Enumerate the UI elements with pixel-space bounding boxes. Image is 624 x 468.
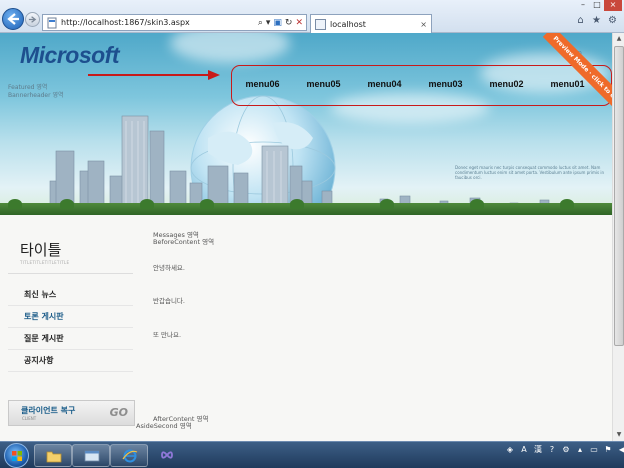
sidebar-item-notices[interactable]: 공지사항 [8, 350, 133, 372]
internet-explorer-icon [122, 449, 138, 463]
scroll-thumb[interactable] [614, 46, 624, 346]
treeline [0, 203, 612, 215]
tree-decoration [290, 199, 304, 209]
menu-item-menu06[interactable]: menu06 [232, 79, 293, 89]
header-banner: Microsoft Featured 영역 Bannerheader 영역 To… [0, 33, 612, 215]
tray-ime-icon[interactable]: 漢 [533, 445, 543, 455]
featured-label: Featured 영역 [8, 84, 48, 91]
content-line-1: 안녕하세요. [153, 264, 185, 272]
maximize-button[interactable]: □ [590, 0, 604, 11]
menu-item-menu02[interactable]: menu02 [476, 79, 537, 89]
refresh-icon[interactable]: ↻ [285, 18, 293, 28]
start-button[interactable] [4, 443, 29, 468]
tree-decoration [470, 199, 484, 209]
featured-area: Featured 영역 Bannerheader 영역 [8, 84, 64, 100]
taskbar-app-button[interactable] [72, 444, 110, 467]
address-url[interactable]: http://localhost:1867/skin3.aspx [61, 18, 258, 27]
divider [8, 273, 133, 274]
taskbar-ie-button[interactable] [110, 444, 148, 467]
tree-decoration [140, 199, 154, 209]
tray-flag-icon[interactable]: ⚑ [603, 445, 613, 455]
site-logo[interactable]: Microsoft [20, 42, 120, 69]
client-sub-label: CLIENT [22, 416, 37, 421]
app-window-icon [84, 450, 100, 462]
stop-icon[interactable]: ✕ [295, 18, 303, 28]
content-line-3: 또 만나요. [153, 331, 182, 339]
page-viewport: Microsoft Featured 영역 Bannerheader 영역 To… [0, 33, 612, 441]
sidebar-title: 타이틀 [20, 241, 62, 259]
main-menu: menu06 menu05 menu04 menu03 menu02 menu0… [232, 79, 612, 89]
close-window-button[interactable]: × [604, 0, 622, 11]
city-skyline [49, 115, 550, 215]
folder-icon [46, 451, 62, 463]
system-tray: ◈ A 漢 ? ⚙ ▴ ▭ ⚑ ◀ [505, 445, 624, 455]
sidebar-item-question-board[interactable]: 질문 게시판 [8, 328, 133, 350]
taskbar: ◈ A 漢 ? ⚙ ▴ ▭ ⚑ ◀ [0, 441, 624, 468]
menu-item-menu05[interactable]: menu05 [293, 79, 354, 89]
page-icon [47, 17, 57, 28]
client-restore-button[interactable]: 클라이언트 복구 CLIENT GO [8, 400, 135, 426]
minimize-button[interactable]: – [576, 0, 590, 11]
bannerheader-label: Bannerheader 영역 [8, 92, 64, 99]
search-icon[interactable]: ⌕ [258, 18, 263, 28]
banner-note: Donec eget mauris nec turpis consequat c… [455, 165, 605, 180]
tray-help-icon[interactable]: ? [547, 445, 557, 455]
tray-settings-icon[interactable]: ⚙ [561, 445, 571, 455]
menu-item-menu04[interactable]: menu04 [354, 79, 415, 89]
tree-decoration [60, 199, 74, 209]
tray-display-icon[interactable]: ▭ [589, 445, 599, 455]
address-bar[interactable]: http://localhost:1867/skin3.aspx ⌕ ▾ ▣ ↻… [42, 14, 307, 31]
tree-decoration [200, 199, 214, 209]
compat-icon[interactable]: ▣ [273, 18, 282, 28]
annotation-arrow-icon [88, 70, 220, 80]
tab-label: localhost [330, 19, 366, 29]
sidebar-subtitle: TITLETITLETITLETITLE [20, 260, 70, 265]
tray-language-icon[interactable]: A [519, 445, 529, 455]
vertical-scrollbar[interactable]: ▲ ▼ [612, 33, 624, 441]
taskbar-explorer-button[interactable] [34, 444, 72, 467]
dropdown-icon[interactable]: ▾ [266, 18, 271, 28]
back-button[interactable] [2, 8, 24, 30]
sidebar-item-discussion-board[interactable]: 토론 게시판 [8, 306, 133, 328]
menu-item-menu03[interactable]: menu03 [415, 79, 476, 89]
cloud-decoration [170, 33, 290, 63]
aside-second-label: AsideSecond 영역 [136, 422, 192, 430]
tree-decoration [380, 199, 394, 209]
gear-icon[interactable]: ⚙ [607, 15, 618, 26]
forward-arrow-icon [28, 16, 37, 23]
tray-volume-icon[interactable]: ◀ [617, 445, 624, 455]
star-icon[interactable]: ★ [591, 15, 602, 26]
before-content-label: BeforeContent 영역 [153, 238, 215, 246]
tree-decoration [8, 199, 22, 209]
scroll-up-icon[interactable]: ▲ [614, 34, 624, 44]
tray-chevron-icon[interactable]: ▴ [575, 445, 585, 455]
main-menu-highlight: menu06 menu05 menu04 menu03 menu02 menu0… [231, 65, 612, 106]
page-icon [315, 18, 326, 30]
tree-decoration [560, 199, 574, 209]
sidebar: 타이틀 TITLETITLETITLETITLE 최신 뉴스 토론 게시판 질문… [8, 229, 135, 426]
scroll-down-icon[interactable]: ▼ [614, 430, 624, 440]
content-line-2: 반갑습니다. [153, 297, 185, 305]
taskbar-visualstudio-button[interactable] [148, 444, 186, 467]
tab-close-icon[interactable]: × [420, 20, 427, 29]
browser-toolbar: http://localhost:1867/skin3.aspx ⌕ ▾ ▣ ↻… [0, 0, 624, 33]
tray-network-icon[interactable]: ◈ [505, 445, 515, 455]
windows-logo-icon [12, 451, 22, 461]
infinity-icon [161, 451, 173, 459]
home-icon[interactable]: ⌂ [575, 15, 586, 26]
sidebar-item-latest-news[interactable]: 최신 뉴스 [8, 284, 133, 306]
tab-localhost[interactable]: localhost × [310, 14, 432, 33]
client-restore-label: 클라이언트 복구 [21, 406, 76, 415]
go-label: GO [109, 406, 128, 419]
back-arrow-icon [7, 13, 19, 25]
forward-button[interactable] [25, 12, 40, 27]
